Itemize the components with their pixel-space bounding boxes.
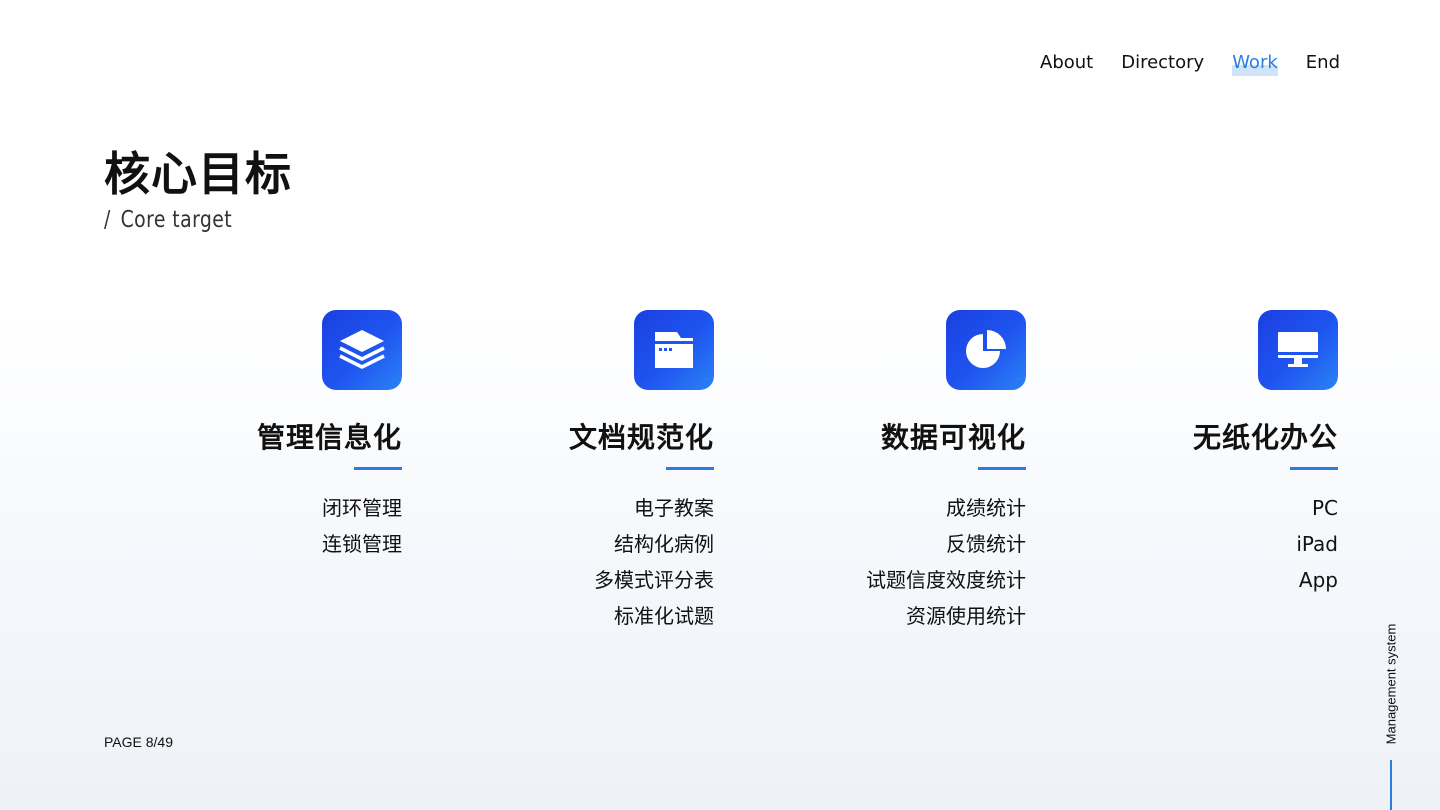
card-title: 管理信息化 <box>256 421 402 454</box>
monitor-icon <box>1258 310 1338 390</box>
goal-card-documents: 文档规范化 电子教案 结构化病例 多模式评分表 标准化试题 <box>394 310 714 634</box>
list-item: PC <box>1311 496 1338 520</box>
list-item: iPad <box>1296 532 1338 556</box>
pie-chart-icon <box>946 310 1026 390</box>
top-nav: About Directory Work End <box>1040 50 1340 76</box>
card-title: 无纸化办公 <box>1192 421 1338 454</box>
page-subtitle: / Core target <box>104 205 232 235</box>
nav-about[interactable]: About <box>1040 50 1093 76</box>
page-title: 核心目标 <box>104 147 292 201</box>
side-label: Management system <box>1383 623 1399 745</box>
list-item: 成绩统计 <box>946 496 1026 520</box>
card-item-list: 电子教案 结构化病例 多模式评分表 标准化试题 <box>594 490 714 634</box>
list-item: 连锁管理 <box>322 532 402 556</box>
list-item: 反馈统计 <box>946 532 1026 556</box>
nav-end[interactable]: End <box>1306 50 1340 76</box>
goal-card-visualization: 数据可视化 成绩统计 反馈统计 试题信度效度统计 资源使用统计 <box>706 310 1026 634</box>
layers-icon <box>322 310 402 390</box>
list-item: 电子教案 <box>634 496 714 520</box>
card-title: 数据可视化 <box>880 421 1026 454</box>
folder-icon <box>634 310 714 390</box>
list-item: 标准化试题 <box>614 604 714 628</box>
subtitle-slash: / <box>104 207 111 233</box>
card-item-list: 闭环管理 连锁管理 <box>322 490 402 562</box>
side-accent-line <box>1390 760 1392 810</box>
list-item: 结构化病例 <box>614 532 714 556</box>
card-item-list: 成绩统计 反馈统计 试题信度效度统计 资源使用统计 <box>866 490 1026 634</box>
goal-card-management: 管理信息化 闭环管理 连锁管理 <box>82 310 402 562</box>
title-underline <box>1290 467 1338 470</box>
list-item: App <box>1298 568 1338 592</box>
card-title: 文档规范化 <box>568 421 714 454</box>
nav-directory[interactable]: Directory <box>1121 50 1204 76</box>
list-item: 闭环管理 <box>322 496 402 520</box>
card-item-list: PC iPad App <box>1296 490 1338 598</box>
subtitle-text: Core target <box>120 207 233 233</box>
page-number: PAGE 8/49 <box>104 734 174 750</box>
nav-work[interactable]: Work <box>1232 50 1278 76</box>
goal-card-paperless: 无纸化办公 PC iPad App <box>1018 310 1338 598</box>
list-item: 试题信度效度统计 <box>866 568 1026 592</box>
list-item: 资源使用统计 <box>906 604 1026 628</box>
list-item: 多模式评分表 <box>594 568 714 592</box>
